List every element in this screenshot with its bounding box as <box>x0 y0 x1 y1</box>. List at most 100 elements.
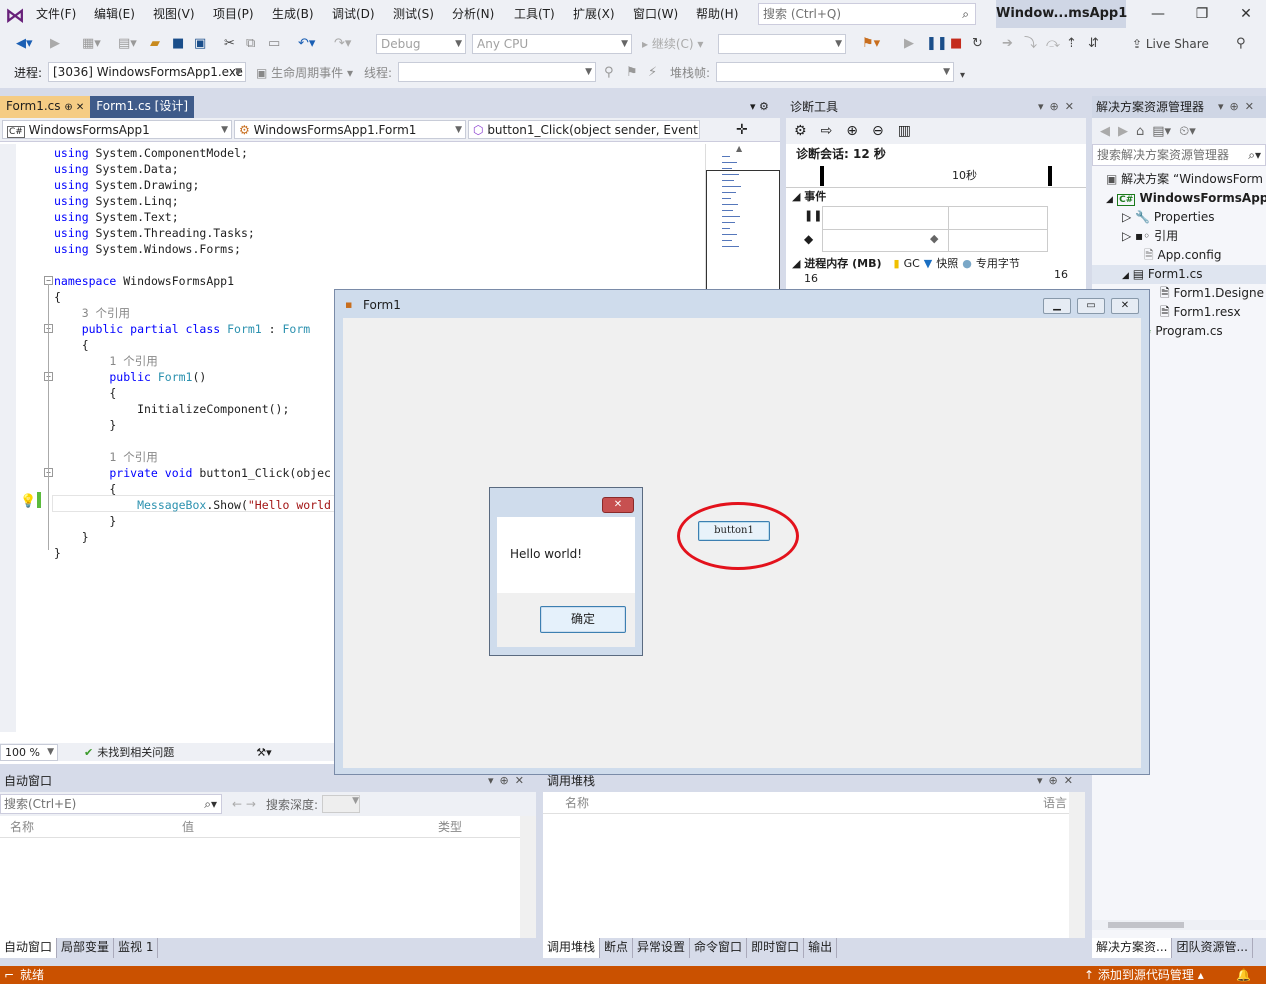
settings-gear-icon[interactable]: ⚙ <box>794 123 807 139</box>
message-box-dialog[interactable]: ✕ Hello world! 确定 <box>489 487 643 656</box>
copy-icon[interactable]: ⧉ <box>246 34 255 54</box>
filter-icon[interactable]: ⚲ <box>604 63 614 83</box>
lightbulb-icon[interactable]: 💡 <box>20 494 36 509</box>
step-out-icon[interactable]: ⇡ <box>1066 34 1077 54</box>
stop-icon[interactable]: ■ <box>950 34 962 54</box>
tab-command-window[interactable]: 命令窗口 <box>690 938 748 958</box>
message-box-close-icon[interactable]: ✕ <box>602 497 634 513</box>
tab-team-explorer[interactable]: 团队资源管... <box>1172 938 1253 958</box>
autos-vscrollbar[interactable] <box>520 816 536 938</box>
zoom-combo[interactable]: 100 % ▼ <box>0 743 58 761</box>
pause-icon[interactable]: ❚❚ <box>926 34 948 54</box>
redo-icon[interactable]: ↷▾ <box>334 34 351 54</box>
sol-back-icon[interactable]: ◀ <box>1100 124 1110 139</box>
menu-item-1[interactable]: 编辑(E) <box>94 0 135 30</box>
timeline-ruler[interactable]: 10秒 <box>786 164 1086 188</box>
callstack-col-name[interactable]: 名称 <box>565 792 589 814</box>
tab-autos[interactable]: 自动窗口 <box>0 938 58 958</box>
feedback-icon[interactable]: ⚲ <box>1236 34 1246 54</box>
event-marker-icon[interactable]: ◆ <box>930 232 938 245</box>
paste-icon[interactable]: ▭ <box>268 34 280 54</box>
tab-overflow-icon[interactable]: ▾ ⚙ <box>750 100 769 113</box>
solution-hscroll-thumb[interactable] <box>1108 922 1184 928</box>
cut-icon[interactable]: ✂ <box>224 34 235 54</box>
type-nav-combo[interactable]: ⚙ WindowsFormsApp1.Form1 ▼ <box>234 120 466 139</box>
restart-icon[interactable]: ↻ <box>972 34 983 54</box>
search-input[interactable]: 搜索 (Ctrl+Q) ⌕ <box>758 3 976 25</box>
zoom-in-icon[interactable]: ⊕ <box>846 123 858 139</box>
forward-icon[interactable]: ▶ <box>50 34 60 54</box>
source-control-button[interactable]: ↑ 添加到源代码管理 ▴ <box>1084 966 1204 984</box>
member-nav-combo[interactable]: ⬡ button1_Click(object sender, Event <box>468 120 700 139</box>
live-share-button[interactable]: ⇪ Live Share <box>1132 34 1209 54</box>
menu-item-7[interactable]: 分析(N) <box>452 0 494 30</box>
tab-watch1[interactable]: 监视 1 <box>114 938 159 958</box>
form1-close-icon[interactable]: ✕ <box>1111 298 1139 314</box>
save-icon[interactable]: ■ <box>172 34 184 54</box>
tree-program-cs[interactable]: # Program.cs <box>1144 322 1223 341</box>
menu-item-0[interactable]: 文件(F) <box>36 0 76 30</box>
callstack-col-language[interactable]: 语言 <box>1043 792 1067 814</box>
autos-col-type[interactable]: 类型 <box>438 816 462 838</box>
project-nav-combo[interactable]: C# WindowsFormsApp1 ▼ <box>2 120 232 139</box>
platform-combo[interactable]: Any CPU ▼ <box>472 34 632 54</box>
panel-buttons-icon[interactable]: ▾⊕✕ <box>1038 96 1080 118</box>
brush-icon[interactable]: ⚒▾ <box>256 746 271 759</box>
tree-form1-resx[interactable]: 🗎 Form1.resx <box>1160 303 1241 322</box>
menu-item-5[interactable]: 调试(D) <box>332 0 375 30</box>
tree-solution[interactable]: ▣ 解决方案 “WindowsForm <box>1106 170 1263 189</box>
show-next-icon[interactable]: ➔ <box>1002 34 1013 54</box>
tree-form1-cs[interactable]: ◢ ▤ Form1.cs <box>1092 265 1266 284</box>
autos-back-icon[interactable]: ← → <box>232 797 256 811</box>
stack-frame-combo[interactable]: ▼ <box>716 62 954 82</box>
menu-item-10[interactable]: 窗口(W) <box>633 0 678 30</box>
add-item-icon[interactable]: ▤▾ <box>118 34 137 54</box>
tree-properties[interactable]: ▷ 🔧 Properties <box>1122 208 1214 227</box>
reset-zoom-icon[interactable]: ▥ <box>898 123 911 139</box>
tab-solution-explorer[interactable]: 解决方案资... <box>1092 938 1173 958</box>
close-icon[interactable]: ✕ <box>1226 0 1266 28</box>
export-icon[interactable]: ⇨ <box>821 123 833 139</box>
issues-label[interactable]: 未找到相关问题 <box>97 744 174 760</box>
tab-immediate-window[interactable]: 即时窗口 <box>747 938 805 958</box>
switch-views-icon[interactable]: ▤▾ <box>1152 124 1171 139</box>
form1-window[interactable]: ▪ Form1 ▁ ▭ ✕ button1 <box>334 289 1150 775</box>
tab-form1-cs[interactable]: Form1.cs ⊕ ✕ <box>0 96 91 118</box>
lifecycle-events-button[interactable]: ▣ 生命周期事件 ▾ <box>256 63 353 83</box>
notifications-icon[interactable]: 🔔 <box>1236 966 1251 984</box>
autos-search-input[interactable]: 搜索(Ctrl+E) ⌕▾ <box>0 794 222 814</box>
undo-icon[interactable]: ↶▾ <box>298 34 315 54</box>
thread-combo[interactable]: ▼ <box>398 62 596 82</box>
tree-project[interactable]: ◢ C# WindowsFormsApp <box>1106 189 1266 208</box>
home-icon[interactable]: ⌂ <box>1136 124 1144 139</box>
tab-breakpoints[interactable]: 断点 <box>600 938 634 958</box>
zoom-out-icon[interactable]: ⊖ <box>872 123 884 139</box>
tab-locals[interactable]: 局部变量 <box>57 938 115 958</box>
sol-forward-icon[interactable]: ▶ <box>1118 124 1128 139</box>
process-combo[interactable]: [3036] WindowsFormsApp1.exe ▼ <box>48 62 246 82</box>
flag-filter-icon[interactable]: ⚑ <box>626 63 638 83</box>
hot-reload-icon[interactable]: ⚑▾ <box>862 34 880 54</box>
menu-item-2[interactable]: 视图(V) <box>153 0 195 30</box>
tree-app-config[interactable]: 🗎 App.config <box>1144 246 1221 265</box>
config-combo[interactable]: Debug ▼ <box>376 34 466 54</box>
solution-hscrollbar[interactable] <box>1092 920 1266 930</box>
form1-maximize-icon[interactable]: ▭ <box>1077 298 1105 314</box>
form1-minimize-icon[interactable]: ▁ <box>1043 298 1071 314</box>
callstack-vscrollbar[interactable] <box>1069 792 1085 938</box>
open-file-icon[interactable]: ▰ <box>150 34 160 54</box>
back-icon[interactable]: ◀▾ <box>16 34 33 54</box>
continue-button[interactable]: ▸ 继续(C) ▾ <box>642 34 703 54</box>
save-all-icon[interactable]: ▣ <box>194 34 206 54</box>
target-combo[interactable]: ▼ <box>718 34 846 54</box>
menu-item-11[interactable]: 帮助(H) <box>696 0 738 30</box>
visual-studio-logo-icon[interactable]: ⋈ <box>4 4 26 26</box>
menu-item-4[interactable]: 生成(B) <box>272 0 314 30</box>
solution-search-input[interactable]: 搜索解决方案资源管理器 ⌕▾ <box>1092 144 1266 166</box>
scroll-up-icon[interactable]: ▲ <box>736 144 742 153</box>
tab-form1-designer[interactable]: Form1.cs [设计] <box>90 96 195 118</box>
menu-item-9[interactable]: 扩展(X) <box>573 0 615 30</box>
toolbar-overflow2-icon[interactable]: ▾ <box>960 66 965 86</box>
toolbar-overflow-icon[interactable]: ⇵ <box>1088 34 1099 54</box>
menu-item-3[interactable]: 项目(P) <box>213 0 254 30</box>
